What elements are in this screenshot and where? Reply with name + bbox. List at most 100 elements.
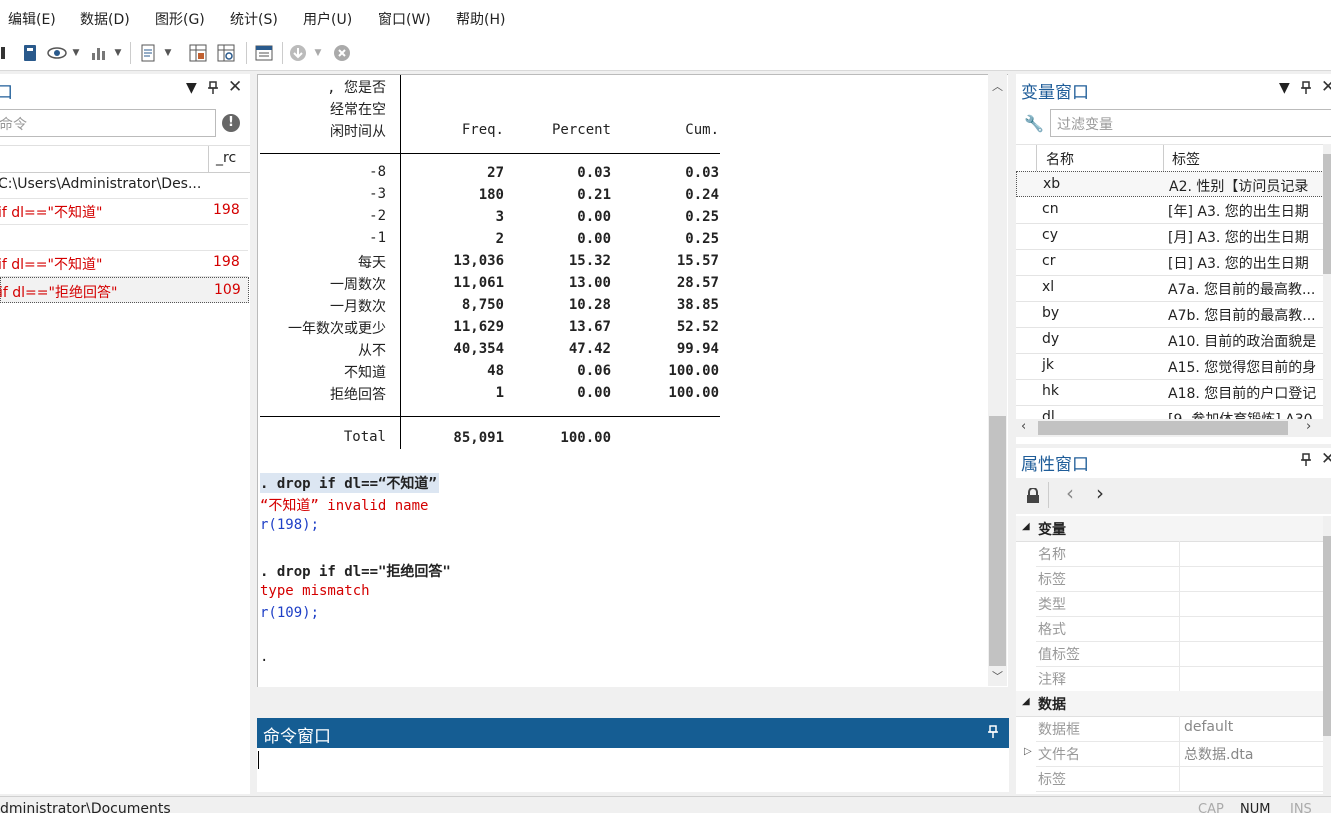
variable-row[interactable]: jk A15. 您觉得您目前的身 [1016,353,1326,380]
collapse-icon[interactable]: ◢ [1022,521,1030,532]
property-group-data[interactable]: ◢ 数据 [1016,691,1331,717]
scroll-down-icon[interactable]: ﹀ [992,668,1003,684]
scroll-thumb[interactable] [1038,421,1288,435]
pin-icon[interactable] [207,81,219,99]
property-row[interactable]: 注释 [1036,666,1331,692]
menu-window[interactable]: 窗口(W) [378,9,431,29]
variable-col-label[interactable]: 标签 [1172,149,1200,169]
property-row[interactable]: 文件名 总数据.dta [1036,741,1331,767]
property-group-variable[interactable]: ◢ 变量 [1016,516,1331,542]
scroll-thumb[interactable] [989,416,1006,666]
result-prompt: . [260,649,269,665]
freq-row-cum: 52.52 [676,319,719,335]
history-col-rc[interactable]: _rc [216,150,236,166]
properties-pane: 属性窗口 ✕ ‹ › ◢ 变量 名称 标签 类型 格式 值标签 注释 ◢ 数据 数据框 de… [1016,448,1331,794]
variable-filter-input[interactable]: 过滤变量 [1050,109,1331,137]
expand-icon[interactable]: ▷ [1024,746,1032,757]
variable-row[interactable]: cn [年] A3. 您的出生日期 [1016,197,1326,224]
property-key: 标签 [1038,772,1066,788]
table-header-label: 经常在空 [330,102,386,118]
history-search-placeholder: 命令 [0,117,27,133]
property-row[interactable]: 名称 [1036,541,1331,567]
history-item-selected[interactable]: if dl=="拒绝回答" 109 [0,277,249,303]
variable-name: xb [1043,176,1061,192]
alert-icon[interactable]: ! [222,114,240,132]
scroll-left-icon[interactable]: ‹ [1021,419,1026,434]
property-row[interactable]: 类型 [1036,591,1331,617]
filter-icon[interactable]: ▼ [186,80,197,96]
pin-icon[interactable] [1300,453,1312,471]
toolbar-separator [282,42,283,64]
variable-filter-placeholder: 过滤变量 [1057,117,1113,133]
do-file-editor-icon[interactable] [138,42,158,64]
result-command: . drop if dl==“不知道” [260,473,439,493]
menu-data[interactable]: 数据(D) [80,9,130,29]
variables-vscrollbar[interactable] [1323,144,1331,420]
close-icon[interactable]: ✕ [228,77,242,97]
menu-help[interactable]: 帮助(H) [456,9,505,29]
status-bar: dministrator\Documents CAP NUM INS [0,796,1331,813]
results-scrollbar[interactable]: ︿ ﹀ [988,74,1007,686]
variable-row[interactable]: cr [日] A3. 您的出生日期 [1016,249,1326,276]
history-item[interactable]: C:\Users\Administrator\Des... [0,172,248,199]
data-editor-icon[interactable] [188,42,208,64]
history-item[interactable]: if dl=="不知道" 198 [0,198,248,225]
variable-col-name[interactable]: 名称 [1046,149,1074,169]
property-row[interactable]: 标签 [1036,566,1331,592]
menu-edit[interactable]: 编辑(E) [8,9,56,29]
lock-icon[interactable] [1026,487,1040,508]
back-arrow-icon[interactable]: ‹ [1066,481,1074,505]
variable-row[interactable]: hk A18. 您目前的户口登记 [1016,379,1326,406]
property-key: 文件名 [1038,747,1080,763]
data-browser-icon[interactable] [216,42,236,64]
variable-row[interactable]: dl [9. 参加体育锻炼] A30 [1016,405,1326,419]
close-icon[interactable]: ✕ [1321,449,1331,469]
pin-icon[interactable] [987,725,999,743]
menu-bar: 编辑(E) 数据(D) 图形(G) 统计(S) 用户(U) 窗口(W) 帮助(H… [0,0,1331,36]
forward-arrow-icon[interactable]: › [1096,481,1104,505]
property-key: 名称 [1038,547,1066,563]
do-file-dropdown-icon[interactable]: ▼ [162,42,174,64]
menu-user[interactable]: 用户(U) [303,9,352,29]
variables-manager-icon[interactable] [254,42,274,64]
toolbar: ▼ ▼ ▼ ▼ [0,36,1331,71]
variable-row[interactable]: dy A10. 目前的政治面貌是 [1016,327,1326,354]
variable-row[interactable]: xb A2. 性别【访问员记录 [1016,171,1326,197]
menu-graphics[interactable]: 图形(G) [155,9,205,29]
history-item[interactable] [0,224,248,251]
viewer-eye-icon[interactable] [46,42,68,64]
result-rc: r(198); [260,517,320,533]
close-icon[interactable]: ✕ [1321,77,1331,97]
history-search-input[interactable]: 命令 [0,109,216,137]
graph-dropdown-icon[interactable]: ▼ [112,42,124,64]
variables-hscrollbar[interactable]: ‹ › [1016,419,1331,437]
scroll-thumb[interactable] [1323,154,1331,274]
collapse-icon[interactable]: ◢ [1022,696,1030,707]
properties-toolbar: ‹ › [1016,478,1331,514]
variable-row[interactable]: cy [月] A3. 您的出生日期 [1016,223,1326,250]
toolbar-edge-icon[interactable] [0,42,6,64]
variables-pane: 变量窗口 ▼ ✕ 🔧 过滤变量 名称 标签 xb A2. 性别【访问员记录 cn [年… [1016,74,1331,444]
menu-statistics[interactable]: 统计(S) [230,9,278,29]
graph-icon[interactable] [88,42,110,64]
viewer-dropdown-icon[interactable]: ▼ [70,42,82,64]
properties-scrollbar[interactable] [1323,516,1331,794]
variable-label: A7b. 您目前的最高教... [1168,308,1316,324]
result-error: type mismatch [260,583,370,599]
variable-name: jk [1042,357,1054,373]
freq-row-cum: 38.85 [676,297,719,313]
scroll-right-icon[interactable]: › [1306,419,1311,434]
scroll-up-icon[interactable]: ︿ [992,78,1003,94]
command-input[interactable] [257,748,1009,792]
history-item[interactable]: if dl=="不知道" 198 [0,250,248,277]
property-row[interactable]: 标签 [1036,766,1331,792]
variable-row[interactable]: xl A7a. 您目前的最高教... [1016,275,1326,302]
property-row[interactable]: 格式 [1036,616,1331,642]
variable-row[interactable]: by A7b. 您目前的最高教... [1016,301,1326,328]
log-book-icon[interactable] [20,42,40,64]
property-row[interactable]: 值标签 [1036,641,1331,667]
property-row[interactable]: 数据框 default [1036,716,1331,742]
scroll-thumb[interactable] [1323,536,1331,736]
filter-icon[interactable]: ▼ [1279,80,1290,96]
pin-icon[interactable] [1300,81,1312,99]
